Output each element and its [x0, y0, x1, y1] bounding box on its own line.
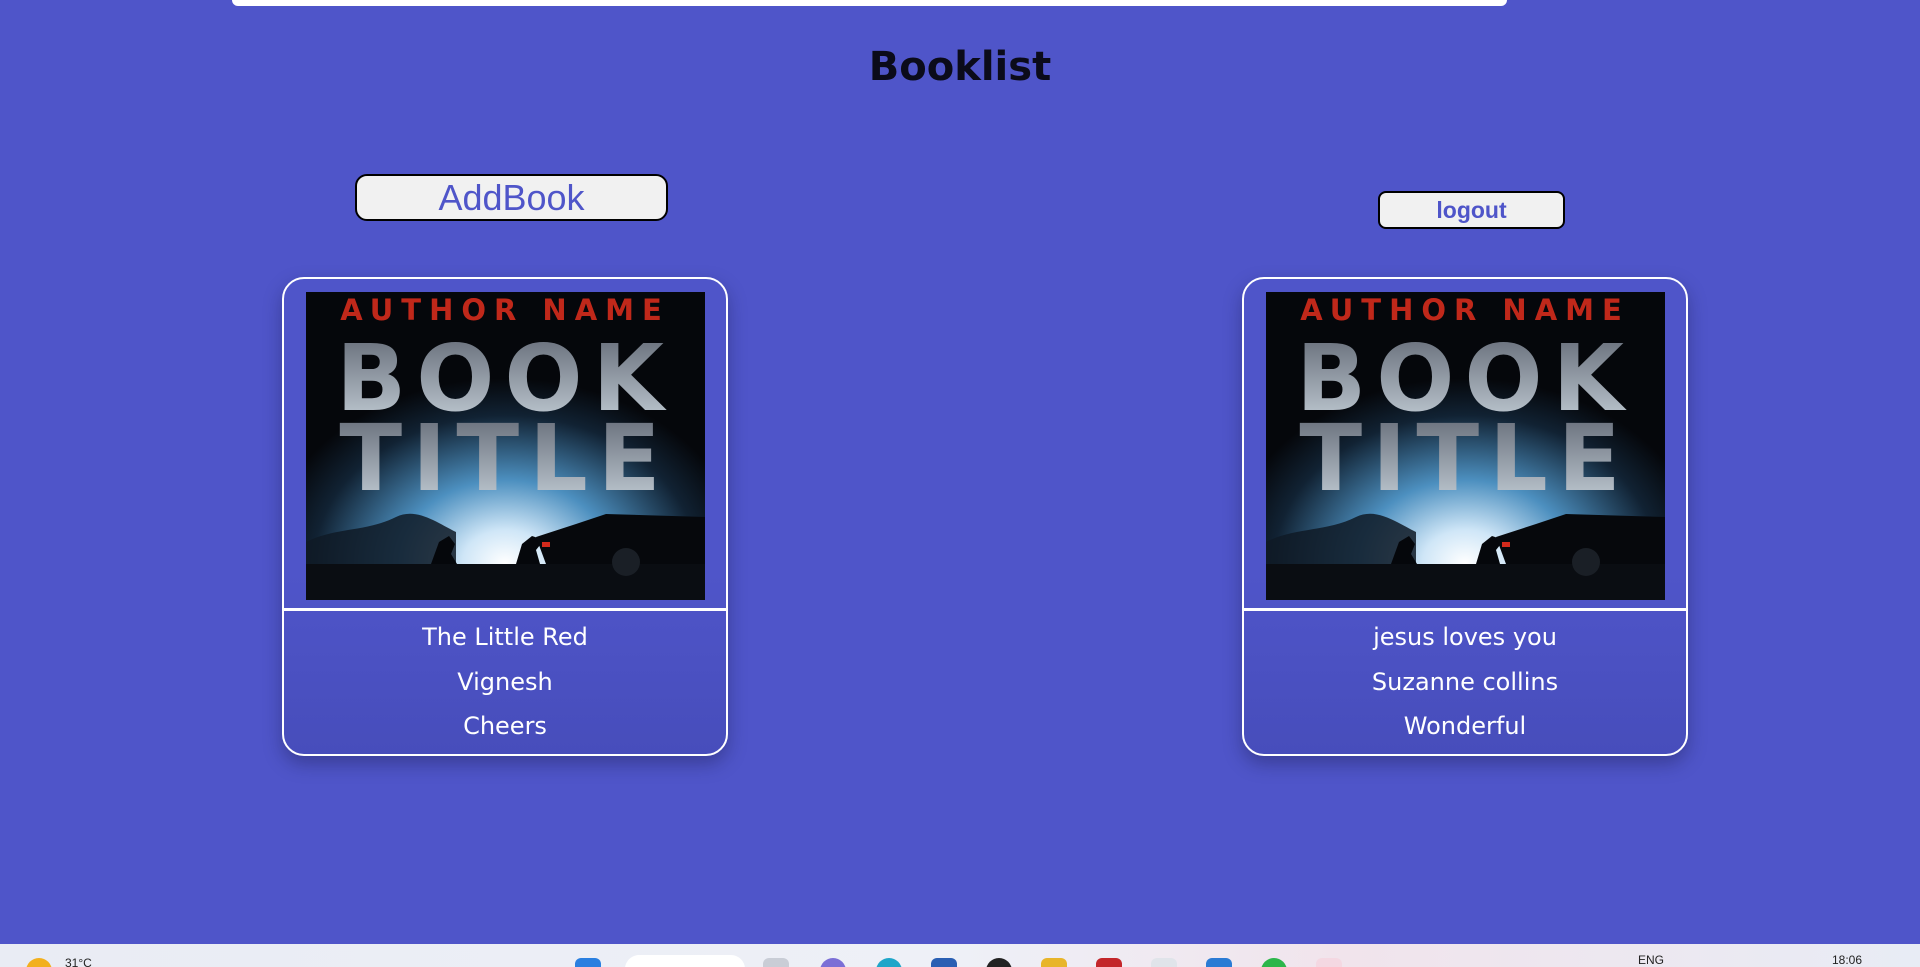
- mail-icon[interactable]: [1096, 958, 1122, 967]
- task-view-icon[interactable]: [763, 958, 789, 967]
- add-book-button[interactable]: AddBook: [355, 174, 668, 221]
- book-cover-image: AUTHOR NAME BOOK TITLE: [306, 292, 705, 600]
- card-divider: [1244, 608, 1686, 611]
- vscode-icon[interactable]: [1206, 958, 1232, 967]
- whatsapp-icon[interactable]: [1261, 958, 1287, 967]
- teams-icon[interactable]: [820, 958, 846, 967]
- browser-strip: [0, 0, 1920, 12]
- book-card: AUTHOR NAME BOOK TITLE The Little Red Vi…: [282, 277, 728, 756]
- cover-title-line2: TITLE: [1299, 405, 1630, 512]
- clock[interactable]: 18:06: [1832, 953, 1862, 967]
- page-title: Booklist: [868, 44, 1052, 90]
- language-indicator[interactable]: ENG: [1638, 953, 1664, 967]
- book-cover-image: AUTHOR NAME BOOK TITLE: [1266, 292, 1665, 600]
- taskbar: 31°C ENG 18:06: [0, 944, 1920, 967]
- cover-author-text: AUTHOR NAME: [340, 293, 670, 327]
- chrome-icon[interactable]: [1316, 958, 1342, 967]
- book-description: Wonderful: [1403, 712, 1527, 740]
- file-explorer-icon[interactable]: [1041, 958, 1067, 967]
- address-bar[interactable]: [232, 0, 1507, 6]
- cover-title-line2: TITLE: [339, 405, 670, 512]
- weather-icon[interactable]: [26, 958, 52, 967]
- store-icon[interactable]: [931, 958, 957, 967]
- weather-temperature[interactable]: 31°C: [65, 956, 92, 967]
- book-cover-art: AUTHOR NAME BOOK TITLE: [1266, 292, 1665, 600]
- start-icon[interactable]: [575, 958, 601, 967]
- book-title: The Little Red: [422, 623, 588, 651]
- edge-icon[interactable]: [876, 958, 902, 967]
- taskbar-search[interactable]: [625, 955, 745, 967]
- book-author: Suzanne collins: [1371, 668, 1559, 696]
- github-icon[interactable]: [986, 958, 1012, 967]
- app-icon[interactable]: [1151, 958, 1177, 967]
- logout-button[interactable]: logout: [1378, 191, 1565, 229]
- book-author: Vignesh: [457, 668, 553, 696]
- book-cover-art: AUTHOR NAME BOOK TITLE: [306, 292, 705, 600]
- book-card: AUTHOR NAME BOOK TITLE jesus loves you S…: [1242, 277, 1688, 756]
- book-title: jesus loves you: [1373, 623, 1557, 651]
- card-divider: [284, 608, 726, 611]
- book-description: Cheers: [463, 712, 547, 740]
- cover-author-text: AUTHOR NAME: [1300, 293, 1630, 327]
